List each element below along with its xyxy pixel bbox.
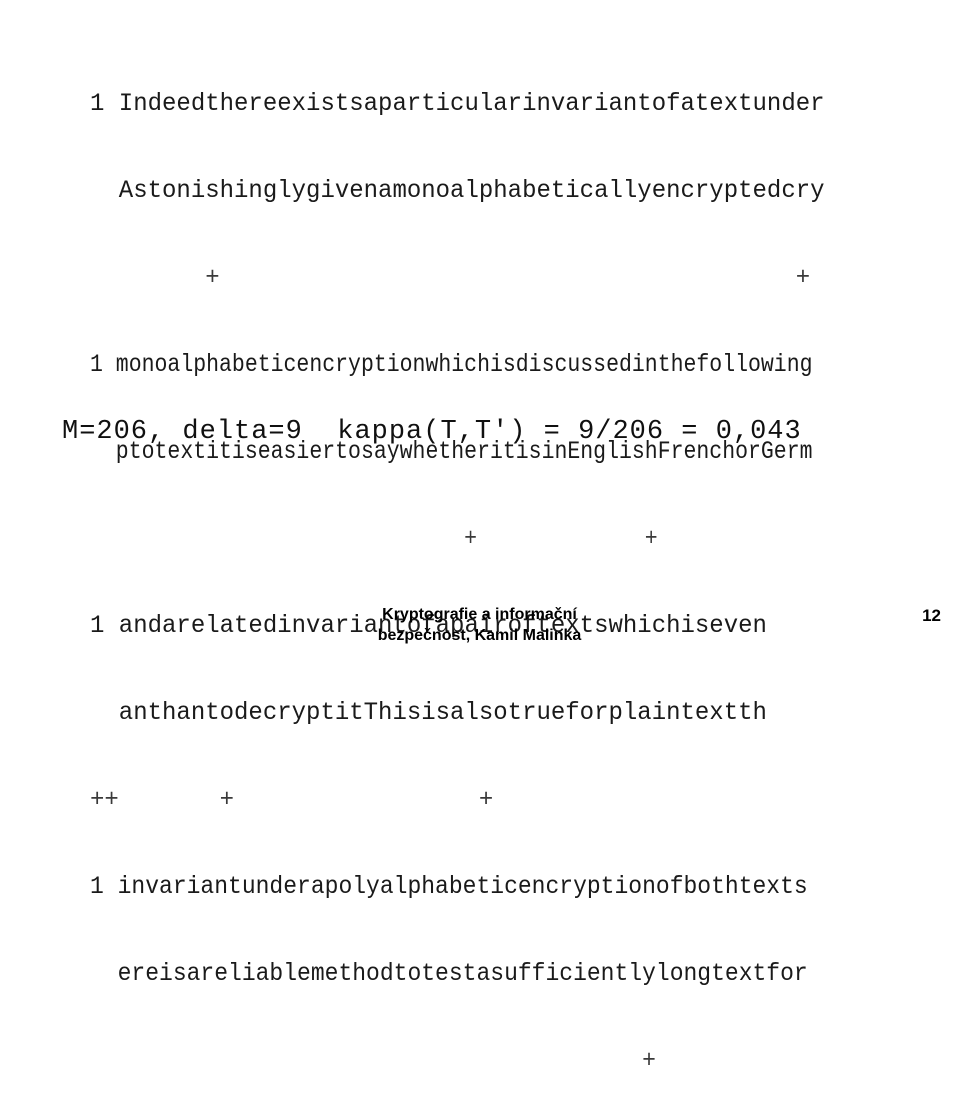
slide-canvas: 1 Indeedthereexistsaparticularinvarianto…: [0, 0, 959, 1075]
footer-course-title-line-1: Kryptografie a informační: [382, 606, 577, 623]
footer-course-title-line-2: bezpečnost, Kamil Malinka: [377, 627, 582, 644]
plus-marker-row-3-content: ++ + +: [90, 785, 494, 814]
plus-marker-row-2-content: + +: [90, 524, 658, 553]
text-line-8-content: ereisareliablemethodtotestasufficientlyl…: [90, 959, 808, 988]
page-number: 12: [922, 606, 941, 625]
plus-marker-row-4-content: +: [90, 1046, 656, 1075]
plus-marker-row-3: ++ + +: [0, 750, 959, 814]
plus-marker-row-1: + +: [0, 228, 959, 292]
text-line-2: Astonishinglygivenamonoalphabeticallyenc…: [0, 141, 959, 205]
plus-marker-row-1-content: + +: [90, 263, 811, 292]
text-line-3-content: 1 monoalphabeticencryptionwhichisdiscuss…: [90, 350, 813, 379]
text-line-8: ereisareliablemethodtotestasufficientlyl…: [0, 924, 959, 988]
text-line-1: 1 Indeedthereexistsaparticularinvarianto…: [0, 54, 959, 118]
plus-marker-row-2: + +: [0, 489, 959, 553]
text-line-7-content: 1 invariantunderapolyalphabeticencryptio…: [90, 872, 808, 901]
kappa-formula: M=206, delta=9 kappa(T,T') = 9/206 = 0,0…: [62, 417, 802, 447]
text-line-7: 1 invariantunderapolyalphabeticencryptio…: [0, 837, 959, 901]
plus-marker-row-4: +: [0, 1011, 959, 1075]
footer-course-title: Kryptografie a informační bezpečnost, Ka…: [0, 604, 959, 646]
slide-footer: Kryptografie a informační bezpečnost, Ka…: [0, 604, 959, 660]
text-line-3: 1 monoalphabeticencryptionwhichisdiscuss…: [0, 315, 959, 379]
text-line-2-content: Astonishinglygivenamonoalphabeticallyenc…: [90, 176, 825, 205]
text-line-6-content: anthantodecryptitThisisalsotrueforplaint…: [90, 698, 767, 727]
text-line-1-content: 1 Indeedthereexistsaparticularinvarianto…: [90, 89, 825, 118]
ciphertext-alignment-block: 1 Indeedthereexistsaparticularinvarianto…: [0, 0, 959, 1098]
text-line-6: anthantodecryptitThisisalsotrueforplaint…: [0, 663, 959, 727]
